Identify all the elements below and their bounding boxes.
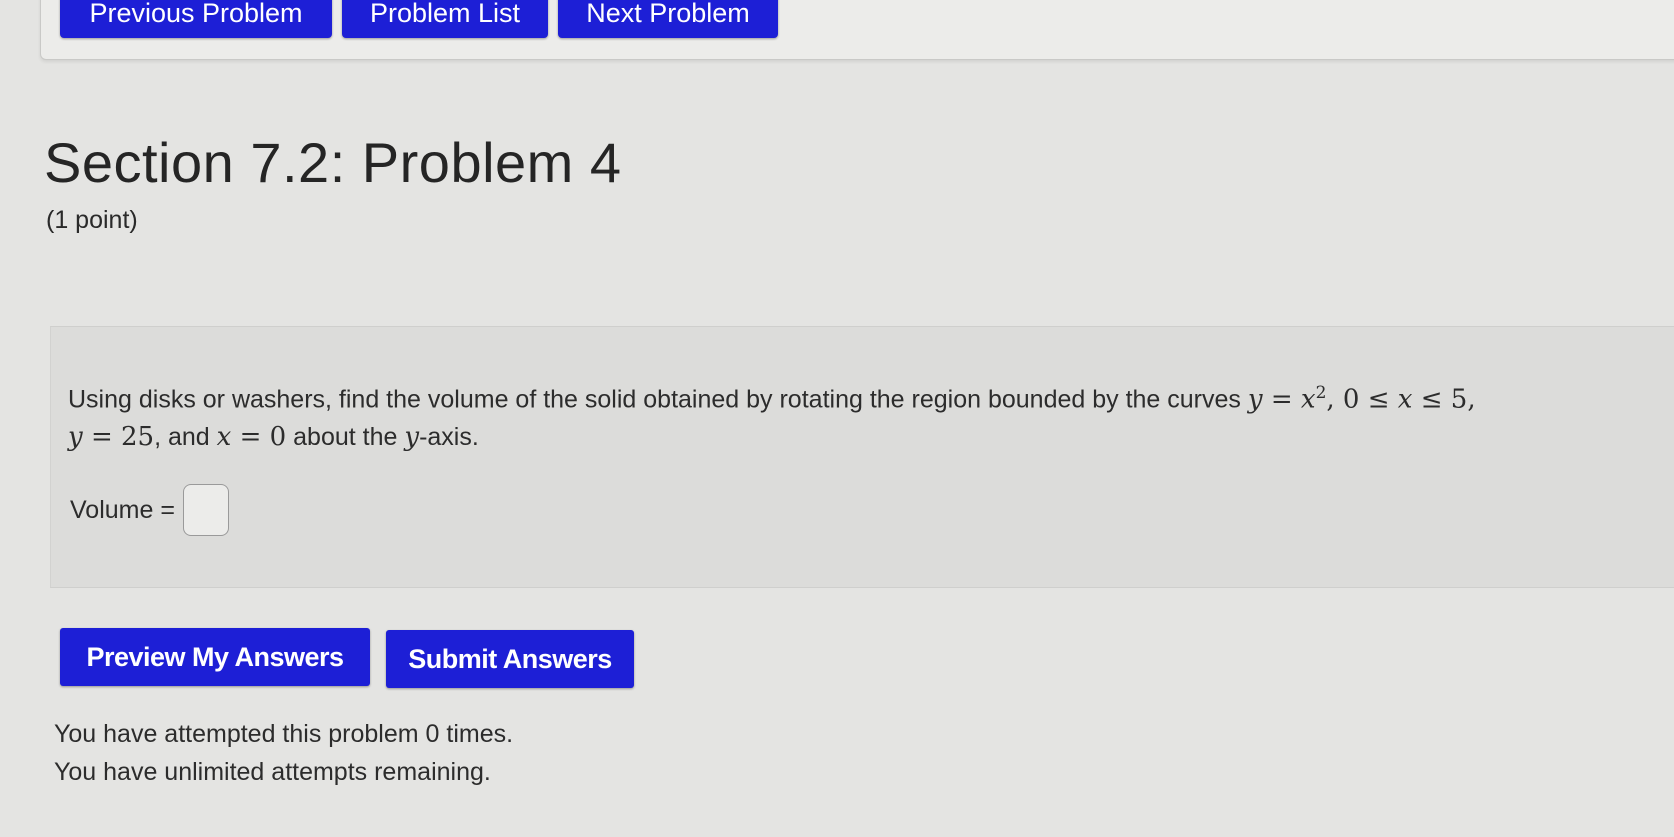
submit-answers-button[interactable]: Submit Answers — [386, 630, 634, 688]
math-var: y — [404, 422, 420, 453]
problem-statement: Using disks or washers, find the volume … — [68, 374, 1668, 456]
page: Previous Problem Problem List Next Probl… — [0, 0, 1674, 837]
math-var: y — [1247, 384, 1263, 415]
page-title: Section 7.2: Problem 4 — [44, 131, 622, 194]
volume-label: Volume = — [70, 495, 175, 524]
math-expr: = 0 — [231, 422, 287, 453]
math-bound: 0 ≤ — [1342, 384, 1398, 415]
answer-row: Volume = — [70, 484, 229, 536]
preview-answers-button[interactable]: Preview My Answers — [60, 628, 370, 686]
math-var: x — [1300, 384, 1316, 415]
math-var: x — [1397, 384, 1413, 415]
math-exponent: 2 — [1315, 383, 1327, 403]
statement-text: , and — [154, 423, 217, 452]
math-sep: , — [1467, 384, 1476, 415]
math-var: x — [216, 422, 232, 453]
problem-points: (1 point) — [46, 206, 138, 234]
math-expr: = 25 — [82, 422, 155, 453]
math-bound: ≤ 5 — [1412, 384, 1468, 415]
problem-body — [50, 326, 1674, 588]
math-var: y — [68, 422, 83, 453]
attempts-status: You have attempted this problem 0 times. — [54, 720, 514, 748]
problem-list-button[interactable]: Problem List — [342, 0, 548, 38]
math-sep: , — [1326, 384, 1343, 415]
attempts-remaining: You have unlimited attempts remaining. — [54, 758, 491, 786]
volume-answer-input[interactable] — [182, 484, 229, 536]
statement-text: -axis. — [419, 423, 479, 452]
math-op: = — [1262, 384, 1301, 415]
statement-text: about the — [286, 423, 405, 452]
statement-text: Using disks or washers, find the volume … — [68, 385, 1248, 414]
next-problem-button[interactable]: Next Problem — [558, 0, 778, 38]
previous-problem-button[interactable]: Previous Problem — [60, 0, 332, 38]
